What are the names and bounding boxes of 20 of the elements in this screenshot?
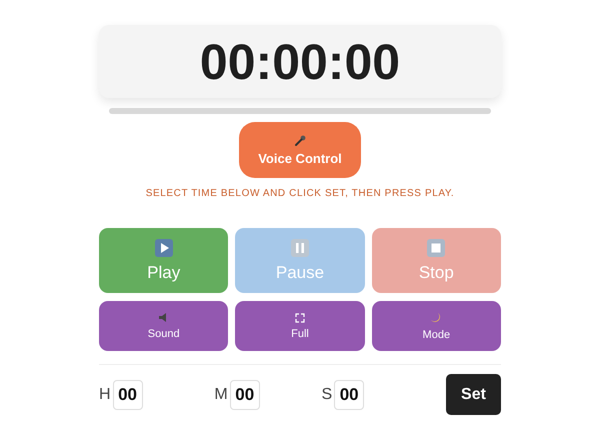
fullscreen-icon [294, 312, 305, 322]
set-button[interactable]: Set [446, 374, 501, 415]
pause-icon [290, 238, 309, 256]
control-button[interactable]: Sound [99, 301, 228, 351]
control-button[interactable]: Full [235, 301, 365, 351]
voice-control-button[interactable]: Voice Control [239, 122, 361, 178]
control-button[interactable]: Mode [372, 301, 501, 351]
moon-icon [430, 312, 442, 324]
time-unit-label: H [99, 386, 111, 404]
play-icon [154, 238, 173, 256]
instruction-text: SELECT TIME BELOW AND CLICK SET, THEN PRESS PLAY. [146, 188, 454, 199]
time-unit-label: M [214, 386, 228, 404]
time-unit-label: S [322, 386, 332, 404]
control-button[interactable]: Play [99, 228, 228, 293]
stop-icon [427, 238, 446, 256]
time-input-field[interactable]: 00 [112, 380, 143, 410]
time-input-field[interactable]: 00 [334, 380, 364, 410]
timer-display: 00:00:00 [99, 25, 501, 98]
time-input-field[interactable]: 00 [230, 380, 260, 410]
microphone-icon [294, 134, 306, 146]
